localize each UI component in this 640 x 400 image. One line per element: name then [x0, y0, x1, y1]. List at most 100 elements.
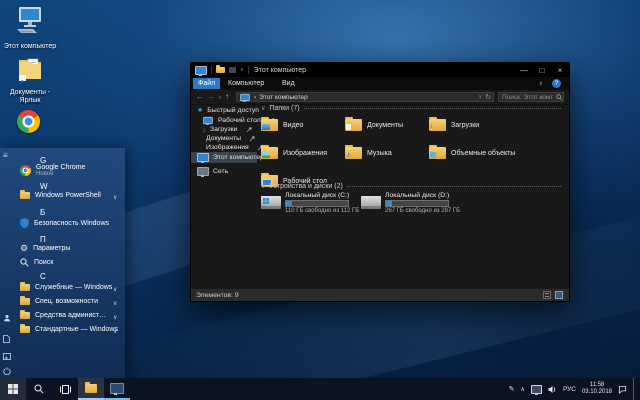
speaker-icon[interactable]	[548, 385, 557, 394]
folder-icon	[20, 296, 30, 305]
folder-tile-downloads[interactable]: ↓ Загрузки	[429, 114, 509, 136]
show-desktop-button[interactable]	[633, 378, 637, 400]
taskbar-clock[interactable]: 11:58 03.10.2018	[582, 382, 612, 397]
maximize-button[interactable]: □	[533, 63, 551, 77]
search-icon	[34, 384, 44, 394]
start-item-windows-system[interactable]: Служебные — Windows	[20, 282, 112, 291]
collapse-chevron-icon[interactable]: ∨	[261, 105, 265, 112]
start-item-ease-of-access[interactable]: Спец. возможности	[20, 296, 98, 305]
close-button[interactable]: ×	[551, 63, 569, 77]
qat-properties-icon[interactable]	[229, 67, 236, 73]
start-item-settings[interactable]: ⚙ Параметры	[20, 244, 70, 253]
back-icon[interactable]: ←	[196, 92, 204, 102]
forward-icon[interactable]: →	[207, 92, 215, 102]
desktop-icon-chrome[interactable]	[0, 110, 56, 133]
chevron-down-icon[interactable]: ∨	[113, 314, 117, 321]
monitor-icon	[110, 382, 124, 395]
hamburger-icon[interactable]: ≡	[3, 151, 8, 160]
minimize-button[interactable]: —	[515, 63, 533, 77]
expand-ribbon-chevron-icon[interactable]: ∨	[539, 80, 543, 87]
chevron-down-icon[interactable]: ∨	[113, 286, 117, 293]
sidebar-item-this-pc[interactable]: Этот компьютер	[191, 152, 264, 163]
search-icon	[556, 94, 563, 101]
file-explorer-icon	[85, 381, 97, 393]
explorer-search-input[interactable]	[498, 92, 564, 102]
desktop-icon-this-pc[interactable]: Этот компьютер	[2, 6, 58, 51]
collapse-chevron-icon[interactable]: ∨	[261, 183, 265, 190]
hidden-icons-chevron-icon[interactable]: ∧	[521, 386, 525, 393]
power-icon[interactable]	[3, 367, 11, 375]
explorer-titlebar[interactable]: ∨ Этот компьютер — □ ×	[191, 63, 569, 77]
folder-tile-documents[interactable]: Документы	[345, 114, 425, 136]
sidebar-item-label: Рабочий стол	[218, 116, 261, 124]
folder-icon	[20, 310, 30, 319]
address-text: Этот компьютер	[259, 93, 308, 101]
file-explorer-taskbar-button[interactable]	[78, 378, 104, 400]
recent-locations-chevron-icon[interactable]: ∨	[218, 93, 222, 103]
start-item-windows-accessories[interactable]: Стандартные — Windows	[20, 324, 118, 333]
sidebar-item-pictures[interactable]: Изображения	[191, 142, 263, 152]
section-letter[interactable]: Б	[40, 208, 45, 217]
help-icon[interactable]: ?	[552, 79, 561, 88]
drive-tile-c[interactable]: Локальный диск (C:) 110 ГБ свободно из 1…	[261, 192, 359, 214]
folder-tile-3d-objects[interactable]: Объемные объекты	[429, 142, 515, 164]
desktop: Этот компьютер ↗ Документы - Ярлык ∨ Это…	[0, 0, 640, 400]
task-view-icon	[59, 384, 71, 394]
window-title: Этот компьютер	[253, 66, 307, 74]
drive-icon	[261, 196, 281, 209]
start-item-google-chrome[interactable]: Google Chrome Новое	[20, 164, 85, 177]
tab-view[interactable]: Вид	[277, 78, 300, 89]
chevron-down-icon[interactable]: ∨	[113, 328, 117, 335]
drive-tile-d[interactable]: Локальный диск (D:) 267 ГБ свободно из 2…	[361, 192, 460, 214]
desktop-icon-documents-shortcut[interactable]: ↗ Документы - Ярлык	[2, 56, 58, 105]
chrome-icon	[16, 110, 40, 133]
sidebar-item-network[interactable]: Сеть	[191, 166, 257, 177]
start-button[interactable]	[0, 378, 26, 400]
qat-customize-chevron-icon[interactable]: ∨	[240, 67, 244, 73]
taskbar-search-button[interactable]	[26, 378, 52, 400]
tab-computer[interactable]: Компьютер	[223, 78, 269, 89]
folder-tile-label: Изображения	[283, 149, 327, 157]
start-item-label: Windows PowerShell	[35, 192, 101, 199]
folder-tile-music[interactable]: ♪ Музыка	[345, 142, 425, 164]
start-item-windows-security[interactable]: Безопасность Windows	[20, 218, 109, 228]
language-indicator[interactable]: РУС	[563, 386, 576, 393]
task-view-button[interactable]	[52, 378, 78, 400]
folder-tile-video[interactable]: Видео	[261, 114, 341, 136]
desktop-icon-label: Этот компьютер	[3, 43, 57, 50]
start-item-search[interactable]: Поиск	[20, 258, 53, 267]
app-window-taskbar-button[interactable]	[104, 378, 130, 400]
section-letter[interactable]: W	[40, 182, 48, 191]
start-item-administrative-tools[interactable]: Средства администрирования...	[20, 310, 109, 319]
folder-icon	[429, 145, 446, 159]
section-letter[interactable]: С	[40, 272, 46, 281]
header-rule	[303, 108, 561, 109]
address-bar[interactable]: › Этот компьютер ∨ ↻	[236, 92, 494, 102]
folder-tile-pictures[interactable]: Изображения	[261, 142, 341, 164]
network-icon[interactable]	[530, 384, 542, 395]
pen-icon[interactable]: ✎	[509, 385, 515, 393]
chevron-down-icon[interactable]: ∨	[113, 194, 117, 201]
computer-icon	[197, 153, 209, 163]
chevron-down-icon[interactable]: ∨	[113, 300, 117, 307]
section-letter[interactable]: П	[40, 235, 46, 244]
action-center-icon[interactable]	[618, 385, 627, 394]
refresh-icon[interactable]: ↻	[485, 93, 491, 101]
documents-icon[interactable]	[3, 335, 10, 343]
user-icon[interactable]	[3, 314, 11, 322]
drive-name: Локальный диск (D:)	[385, 192, 450, 199]
star-icon: ★	[197, 106, 204, 114]
drives-group-header[interactable]: ∨ Устройства и диски (2)	[261, 183, 561, 190]
large-icons-view-icon[interactable]	[555, 291, 563, 299]
sidebar-item-quick-access[interactable]: ★ Быстрый доступ	[191, 105, 259, 115]
up-icon[interactable]: ↑	[225, 92, 229, 102]
folder-icon	[20, 324, 30, 333]
address-dropdown-chevron-icon[interactable]: ∨	[478, 94, 482, 100]
folders-group-header[interactable]: ∨ Папки (7)	[261, 105, 561, 112]
qat-folder-icon[interactable]	[216, 65, 225, 73]
details-view-icon[interactable]	[543, 291, 551, 299]
start-item-windows-powershell[interactable]: Windows PowerShell	[20, 190, 101, 199]
tab-file[interactable]: Файл	[193, 78, 221, 89]
items-count: Элементов: 9	[196, 291, 239, 299]
pictures-icon[interactable]	[3, 353, 11, 360]
